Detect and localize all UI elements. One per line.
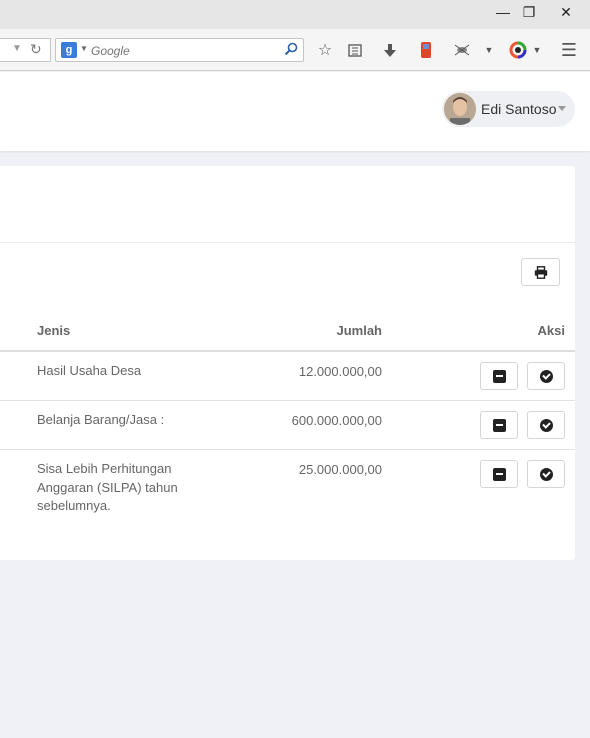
delete-button[interactable]: [480, 460, 518, 488]
google-logo-icon[interactable]: g: [61, 42, 77, 58]
restore-icon[interactable]: ❐: [516, 2, 542, 22]
extension-icon[interactable]: [415, 39, 437, 61]
avatar: [444, 93, 476, 125]
close-icon[interactable]: ✕: [553, 2, 579, 22]
minus-square-icon: [492, 467, 506, 481]
browser-toolbar: ▼ ↻ g ▼ ☆ ▼ ▼ ☰: [0, 29, 590, 71]
reading-list-icon[interactable]: [344, 39, 366, 61]
row-divider: [0, 400, 575, 401]
user-menu[interactable]: Edi Santoso: [442, 91, 575, 127]
content-card: Jenis Jumlah Aksi Hasil Usaha Desa 12.00…: [0, 166, 575, 560]
menu-icon[interactable]: ☰: [558, 39, 580, 61]
cell-jenis: Hasil Usaha Desa: [37, 363, 142, 378]
search-box[interactable]: g ▼: [55, 38, 304, 62]
url-dropdown-icon[interactable]: ▼: [12, 43, 22, 54]
search-engine-dropdown-icon[interactable]: ▼: [80, 44, 88, 53]
print-button[interactable]: [521, 258, 560, 286]
delete-button[interactable]: [480, 411, 518, 439]
search-input[interactable]: [91, 42, 281, 59]
minus-square-icon: [492, 369, 506, 383]
approve-button[interactable]: [527, 460, 565, 488]
app-header: Edi Santoso: [0, 72, 590, 151]
print-icon: [534, 265, 547, 279]
url-bar[interactable]: ▼ ↻: [0, 38, 51, 62]
bug-extension-icon[interactable]: [451, 39, 473, 61]
divider: [0, 242, 575, 243]
check-circle-icon: [539, 369, 553, 383]
user-name: Edi Santoso: [481, 101, 557, 117]
dropdown-icon[interactable]: ▼: [478, 39, 500, 61]
column-header-jenis: Jenis: [37, 323, 71, 338]
chevron-down-icon: [558, 106, 566, 111]
cell-jumlah: 25.000.000,00: [298, 462, 382, 477]
check-circle-icon: [539, 418, 553, 432]
reload-icon[interactable]: ↻: [30, 41, 42, 58]
column-header-jumlah: Jumlah: [336, 323, 382, 338]
check-circle-icon: [539, 467, 553, 481]
delete-button[interactable]: [480, 362, 518, 390]
dropdown-icon[interactable]: ▼: [526, 39, 548, 61]
row-divider: [0, 449, 575, 450]
star-icon[interactable]: ☆: [314, 39, 336, 61]
table-header-border: [0, 350, 575, 352]
column-header-aksi: Aksi: [537, 323, 565, 338]
cell-jenis: Belanja Barang/Jasa :: [37, 412, 165, 427]
download-icon[interactable]: [379, 39, 401, 61]
cell-jumlah: 600.000.000,00: [291, 413, 382, 428]
window-titlebar: — ❐ ✕: [0, 0, 590, 29]
search-icon[interactable]: [284, 42, 298, 56]
approve-button[interactable]: [527, 411, 565, 439]
cell-jenis: Sisa Lebih Perhitungan Anggaran (SILPA) …: [37, 461, 178, 513]
cell-jumlah: 12.000.000,00: [298, 364, 382, 379]
minimize-icon[interactable]: —: [490, 2, 516, 22]
minus-square-icon: [492, 418, 506, 432]
approve-button[interactable]: [527, 362, 565, 390]
